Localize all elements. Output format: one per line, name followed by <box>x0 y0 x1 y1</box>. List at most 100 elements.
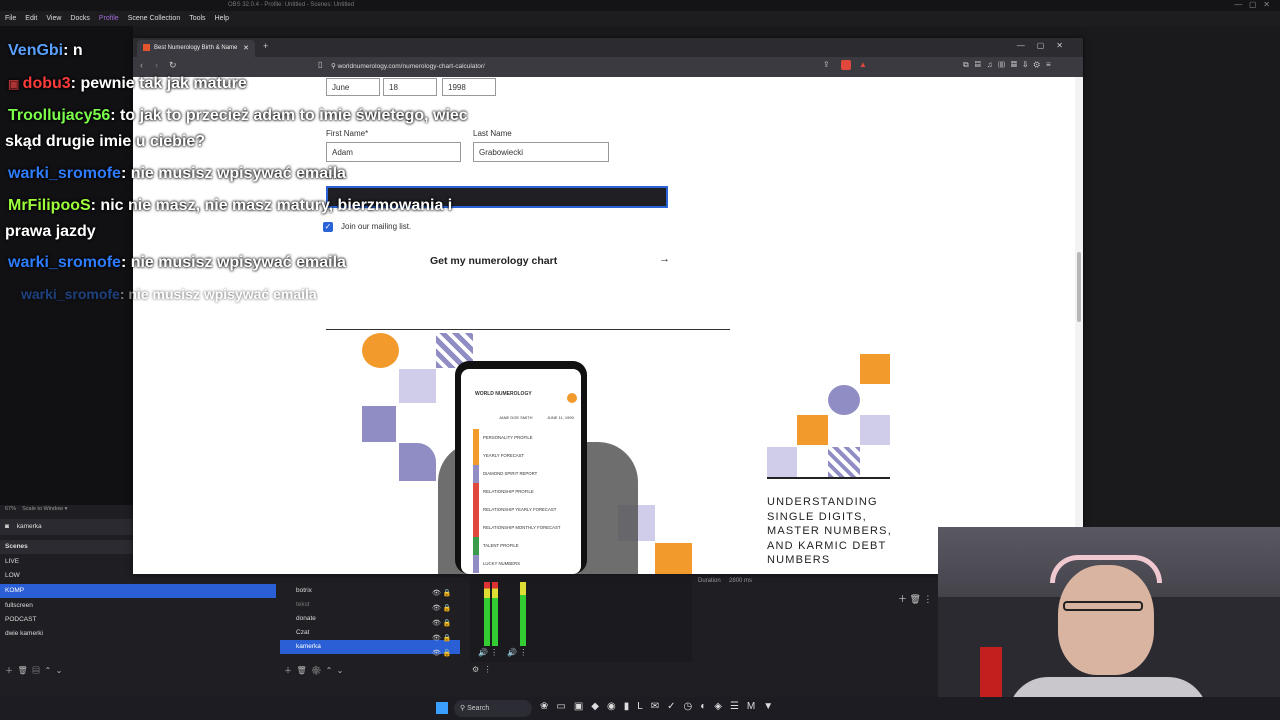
scene-item-active[interactable]: KOMP <box>0 584 276 598</box>
taskbar-app-icons[interactable]: ❀▭▣◆◉▮L✉✓◷◐◈☰M▼ <box>540 701 781 712</box>
window-controls[interactable]: —▢✕ <box>1017 41 1075 50</box>
tile-decoration <box>399 443 436 481</box>
glasses-image <box>1063 601 1143 611</box>
scene-item[interactable]: PODCAST <box>0 613 276 627</box>
menu-view[interactable]: View <box>46 15 61 22</box>
url-text: worldnumerology.com/numerology-chart-cal… <box>337 63 485 70</box>
taskbar: ⚲ Search ❀▭▣◆◉▮L✉✓◷◐◈☰M▼ <box>0 697 1280 720</box>
chat-message-cont: skąd drugie imie u ciebie? <box>5 133 206 150</box>
source-visibility-icons[interactable]: 👁 🔒 👁 🔒 👁 🔒 👁 🔒 👁 🔒 <box>432 586 452 661</box>
source-label: kamerka <box>16 523 42 530</box>
menu-profile[interactable]: Profile <box>99 15 119 22</box>
phone-menu-item: TALENT PROFILE <box>473 537 581 555</box>
toolbar-icons[interactable]: ⧉▤♫▥▦⇩⚙≡ <box>963 60 1057 70</box>
windows-start-icon[interactable] <box>436 702 448 714</box>
menu-file[interactable]: File <box>5 15 16 22</box>
month-select[interactable]: June <box>326 78 380 96</box>
mailing-list-label: Join our mailing list. <box>341 222 412 231</box>
rewards-icon[interactable]: ▲ <box>859 60 867 69</box>
last-name-field[interactable]: Grabowiecki <box>473 142 609 162</box>
site-info-icon[interactable]: ⚲ <box>331 63 338 70</box>
tile-decoration <box>860 354 890 384</box>
tile-decoration <box>399 369 436 403</box>
obs-title-bar: OBS 32.0.4 - Profile: Untitled - Scenes:… <box>0 0 1280 11</box>
tile-decoration <box>362 333 399 368</box>
page-scrollbar[interactable] <box>1075 77 1083 574</box>
year-field[interactable]: 1998 <box>442 78 496 96</box>
source-controls[interactable]: ＋ 🗑 ⚙ ⌃ ⌄ <box>284 665 344 676</box>
brave-shield-icon[interactable] <box>841 60 851 70</box>
arrow-right-icon: → <box>659 253 670 265</box>
phone-menu-item: PERSONALITY PROFILE <box>473 429 581 447</box>
browser-tab-bar: Best Numerology Birth & Name ✕ + —▢✕ <box>133 38 1083 57</box>
first-name-label: First Name* <box>326 129 369 138</box>
bookmark-icon[interactable]: ▯ <box>318 60 322 69</box>
transition-controls[interactable]: ＋ 🗑 ⋮ <box>898 592 932 605</box>
reload-icon[interactable]: ↻ <box>169 60 177 71</box>
first-name-field[interactable]: Adam <box>326 142 461 162</box>
close-tab-icon[interactable]: ✕ <box>243 40 249 57</box>
menu-edit[interactable]: Edit <box>25 15 37 22</box>
phone-name: JANE DOE SMITH <box>499 415 533 420</box>
submit-label: Get my numerology chart <box>430 255 558 267</box>
zoom-level[interactable]: 67% Scale to Window ▾ <box>5 506 67 512</box>
chat-message: Troollujacy56: to jak to przecież adam t… <box>8 107 468 124</box>
taskbar-search[interactable]: ⚲ Search <box>454 700 532 717</box>
scene-item[interactable]: fullscreen <box>0 599 276 613</box>
tab-title: Best Numerology Birth & Name <box>154 45 238 51</box>
scene-controls[interactable]: ＋ 🗑 ▤ ⌃ ⌄ <box>5 665 62 676</box>
phone-date: JUNE 11, 1990 <box>547 415 574 420</box>
share-icon[interactable]: ⇪ <box>823 60 830 69</box>
chat-message: ▣ dobu3: pewnie tak jak mature <box>8 75 247 92</box>
phone-menu-item: YEARLY FORECAST <box>473 447 581 465</box>
phone-menu-item: RELATIONSHIP YEARLY FORECAST <box>473 501 581 519</box>
badge-icon: ▣ <box>8 77 23 91</box>
favicon-icon <box>143 43 150 51</box>
tile-decoration <box>860 415 890 445</box>
web-page: June 18 1998 First Name* Last Name Adam … <box>133 77 1083 574</box>
menu-tools[interactable]: Tools <box>189 15 205 22</box>
tile-decoration <box>828 385 860 415</box>
day-field[interactable]: 18 <box>383 78 437 96</box>
obs-window-controls[interactable]: — ▢ ✕ <box>1234 0 1270 9</box>
obs-menu-bar: File Edit View Docks Profile Scene Collection… <box>0 11 1280 26</box>
chat-message: warki_sromofe: nie musisz wpisywać email… <box>8 165 346 182</box>
menu-scene-collection[interactable]: Scene Collection <box>128 15 181 22</box>
phone-menu-item: RELATIONSHIP MONTHLY FORECAST <box>473 519 581 537</box>
phone-menu-item: RELATIONSHIP PROFILE <box>473 483 581 501</box>
chat-message-cont: prawa jazdy <box>5 223 96 240</box>
browser-nav-bar: ‹ › ↻ ▯ ⚲ worldnumerology.com/numerology… <box>133 57 1083 77</box>
volume-meter <box>520 582 526 646</box>
audio-mixer: 🔊 ⋮ 🔊 ⋮ <box>470 578 692 662</box>
divider <box>326 329 730 330</box>
scrollbar-thumb[interactable] <box>1077 252 1081 322</box>
divider <box>767 477 890 479</box>
volume-meter <box>492 582 498 646</box>
mixer-controls[interactable]: ⚙ ⋮ <box>472 665 492 674</box>
volume-meter <box>484 582 490 646</box>
browser-tab[interactable]: Best Numerology Birth & Name ✕ <box>137 40 255 57</box>
source-toolbar: ◙ kamerka <box>0 519 133 535</box>
headset-image <box>1050 555 1162 583</box>
phone-screen: WORLD NUMEROLOGY JANE DOE SMITH JUNE 11,… <box>461 369 581 574</box>
menu-help[interactable]: Help <box>215 15 229 22</box>
article-heading[interactable]: UNDERSTANDING SINGLE DIGITS, MASTER NUMB… <box>767 495 892 573</box>
camera-icon: ◙ <box>5 523 9 530</box>
phone-menu-item: LUCKY NUMBERS <box>473 555 581 573</box>
new-tab-icon[interactable]: + <box>263 41 268 51</box>
mixer-mute-icons[interactable]: 🔊 ⋮ 🔊 ⋮ <box>478 648 527 657</box>
phone-image: WORLD NUMEROLOGY JANE DOE SMITH JUNE 11,… <box>455 361 587 574</box>
obs-title: OBS 32.0.4 - Profile: Untitled - Scenes:… <box>228 2 355 8</box>
phone-brand: WORLD NUMEROLOGY <box>475 391 532 397</box>
scene-item[interactable]: dwie kamerki <box>0 627 276 641</box>
tile-decoration <box>797 415 828 445</box>
submit-button[interactable]: Get my numerology chart → <box>326 249 670 273</box>
url-bar[interactable]: ⚲ worldnumerology.com/numerology-chart-c… <box>331 60 871 74</box>
back-icon[interactable]: ‹ <box>140 60 143 70</box>
search-icon: ⚲ <box>460 705 466 712</box>
chat-message-fading: warki_sromofe: nie musisz wpisywać email… <box>21 286 317 302</box>
mailing-list-checkbox[interactable]: ✓ <box>323 222 333 232</box>
menu-docks[interactable]: Docks <box>70 15 89 22</box>
forward-icon[interactable]: › <box>155 60 158 70</box>
tile-decoration <box>655 543 692 574</box>
